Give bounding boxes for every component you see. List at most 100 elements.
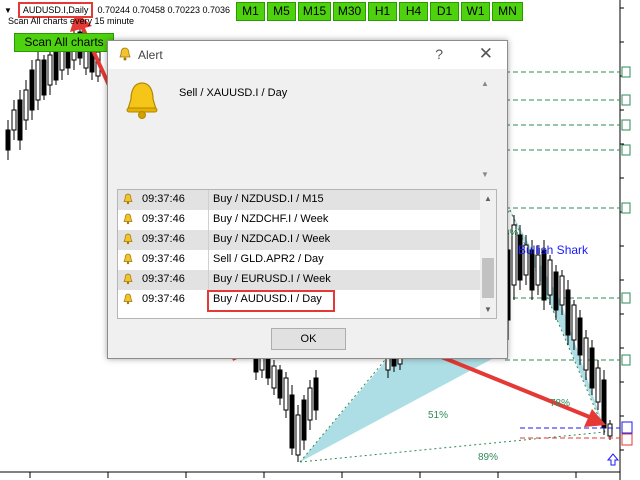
candle-body xyxy=(541,249,547,301)
alert-history-list[interactable]: 09:37:46 Buy / NZDUSD.I / M15 09:37:46 B… xyxy=(117,189,497,319)
alert-text: Buy / EURUSD.I / Week xyxy=(213,273,331,285)
candle-body xyxy=(517,234,523,281)
bell-icon xyxy=(118,47,132,66)
ok-button[interactable]: OK xyxy=(271,328,346,350)
alert-time: 09:37:46 xyxy=(142,293,185,305)
candle-body xyxy=(265,357,271,379)
scan-subtitle: Scan All charts every 15 minute xyxy=(8,16,135,26)
column-divider xyxy=(208,210,209,230)
timeframe-button-h1[interactable]: H1 xyxy=(368,2,397,21)
list-item[interactable]: 09:37:46 Buy / NZDCAD.I / Week xyxy=(118,230,480,250)
timeframe-button-h4[interactable]: H4 xyxy=(399,2,428,21)
candle-body xyxy=(313,377,319,411)
level-tag xyxy=(621,202,631,214)
candle-body xyxy=(47,54,53,86)
candle-body xyxy=(283,377,289,411)
column-divider xyxy=(208,190,209,210)
candle-body xyxy=(11,109,17,131)
scroll-thumb[interactable] xyxy=(482,258,494,298)
bell-icon xyxy=(122,293,134,308)
candle-body xyxy=(565,289,571,336)
alert-text: Sell / GLD.APR2 / Day xyxy=(213,253,324,265)
bell-icon xyxy=(122,233,134,248)
level-tag xyxy=(621,144,631,156)
level-tag xyxy=(621,94,631,106)
candle-body xyxy=(5,129,11,151)
candle-body xyxy=(301,399,307,441)
bell-icon xyxy=(124,81,160,126)
pattern-ratio-mid: 51% xyxy=(428,410,449,421)
dropdown-triangle-icon[interactable]: ▼ xyxy=(4,6,12,15)
candle-body xyxy=(17,99,23,141)
list-item-highlighted[interactable]: 09:37:46 Buy / AUDUSD.I / Day xyxy=(118,290,480,312)
pattern-ratio-right: 78% xyxy=(550,398,571,409)
list-scrollbar[interactable]: ▲ ▼ xyxy=(480,190,496,318)
list-item[interactable]: 09:37:46 Buy / NZDUSD.I / M15 xyxy=(118,190,480,210)
timeframe-button-mn[interactable]: MN xyxy=(492,2,523,21)
timeframe-button-m30[interactable]: M30 xyxy=(333,2,366,21)
bell-icon xyxy=(122,193,134,208)
timeframe-button-w1[interactable]: W1 xyxy=(461,2,490,21)
candle-body xyxy=(271,365,277,389)
scroll-down-icon[interactable]: ▼ xyxy=(480,305,496,314)
alert-time: 09:37:46 xyxy=(142,193,185,205)
pattern-ratio-bottom: 89% xyxy=(478,452,499,463)
list-item[interactable]: 09:37:46 Sell / GLD.APR2 / Day xyxy=(118,250,480,270)
alert-message-box[interactable]: Sell / XAUUSD.I / Day ▲ ▼ xyxy=(168,75,493,183)
level-tag xyxy=(621,292,631,304)
level-tag xyxy=(621,354,631,366)
timeframe-button-m15[interactable]: M15 xyxy=(298,2,331,21)
level-tag xyxy=(621,119,631,131)
alert-text: Buy / AUDUSD.I / Day xyxy=(213,293,322,305)
alert-dialog: Alert ? ✕ Sell / XAUUSD.I / Day ▲ ▼ 09:3… xyxy=(107,40,508,359)
candle-body xyxy=(547,259,553,296)
bell-icon xyxy=(122,253,134,268)
alert-text: Buy / NZDCAD.I / Week xyxy=(213,233,331,245)
candle-body xyxy=(589,347,595,389)
close-button[interactable]: ✕ xyxy=(479,44,493,64)
alert-time: 09:37:46 xyxy=(142,273,185,285)
timeframe-button-d1[interactable]: D1 xyxy=(430,2,459,21)
bell-icon xyxy=(122,213,134,228)
candle-body xyxy=(535,254,541,286)
list-item[interactable]: 09:37:46 Buy / NZDCHF.I / Week xyxy=(118,210,480,230)
candle-body xyxy=(553,271,559,311)
candle-body xyxy=(277,369,283,399)
scroll-down-icon[interactable]: ▼ xyxy=(477,170,493,179)
price-tag-blue xyxy=(621,421,633,434)
timeframe-button-m1[interactable]: M1 xyxy=(236,2,265,21)
timeframe-button-m5[interactable]: M5 xyxy=(267,2,296,21)
candle-body xyxy=(307,387,313,421)
scroll-up-icon[interactable]: ▲ xyxy=(477,79,493,88)
column-divider xyxy=(208,230,209,250)
alert-time: 09:37:46 xyxy=(142,213,185,225)
alert-text: Buy / NZDUSD.I / M15 xyxy=(213,193,324,205)
scan-all-charts-button[interactable]: Scan All charts xyxy=(14,33,114,52)
alert-message: Sell / XAUUSD.I / Day xyxy=(179,87,288,99)
chart-header: ▼ AUDUSD.I,Daily 0.70244 0.70458 0.70223… xyxy=(4,2,231,18)
candle-body xyxy=(577,317,583,356)
candle-body xyxy=(35,59,41,101)
candle-body xyxy=(23,89,29,121)
message-scrollbar[interactable]: ▲ ▼ xyxy=(477,75,493,183)
candle-body xyxy=(583,337,589,371)
column-divider xyxy=(208,270,209,290)
alert-titlebar[interactable]: Alert ? ✕ xyxy=(108,41,507,69)
candle-body xyxy=(295,414,301,456)
ohlc-prices: 0.70244 0.70458 0.70223 0.7036 xyxy=(97,5,231,15)
candle-body xyxy=(289,394,295,449)
bell-icon xyxy=(122,273,134,288)
candle-body xyxy=(571,304,577,341)
alert-time: 09:37:46 xyxy=(142,253,185,265)
alert-time: 09:37:46 xyxy=(142,233,185,245)
column-divider xyxy=(208,250,209,270)
list-item[interactable]: 09:37:46 Buy / EURUSD.I / Week xyxy=(118,270,480,290)
help-button[interactable]: ? xyxy=(435,46,443,62)
scroll-up-icon[interactable]: ▲ xyxy=(480,194,496,203)
candle-body xyxy=(29,69,35,111)
price-tag-red xyxy=(621,433,633,446)
pattern-name-label: Bullish Shark xyxy=(518,243,589,257)
timeframe-bar: M1 M5 M15 M30 H1 H4 D1 W1 MN xyxy=(236,2,525,21)
alert-text: Buy / NZDCHF.I / Week xyxy=(213,213,329,225)
arrow-up-icon xyxy=(606,453,620,466)
